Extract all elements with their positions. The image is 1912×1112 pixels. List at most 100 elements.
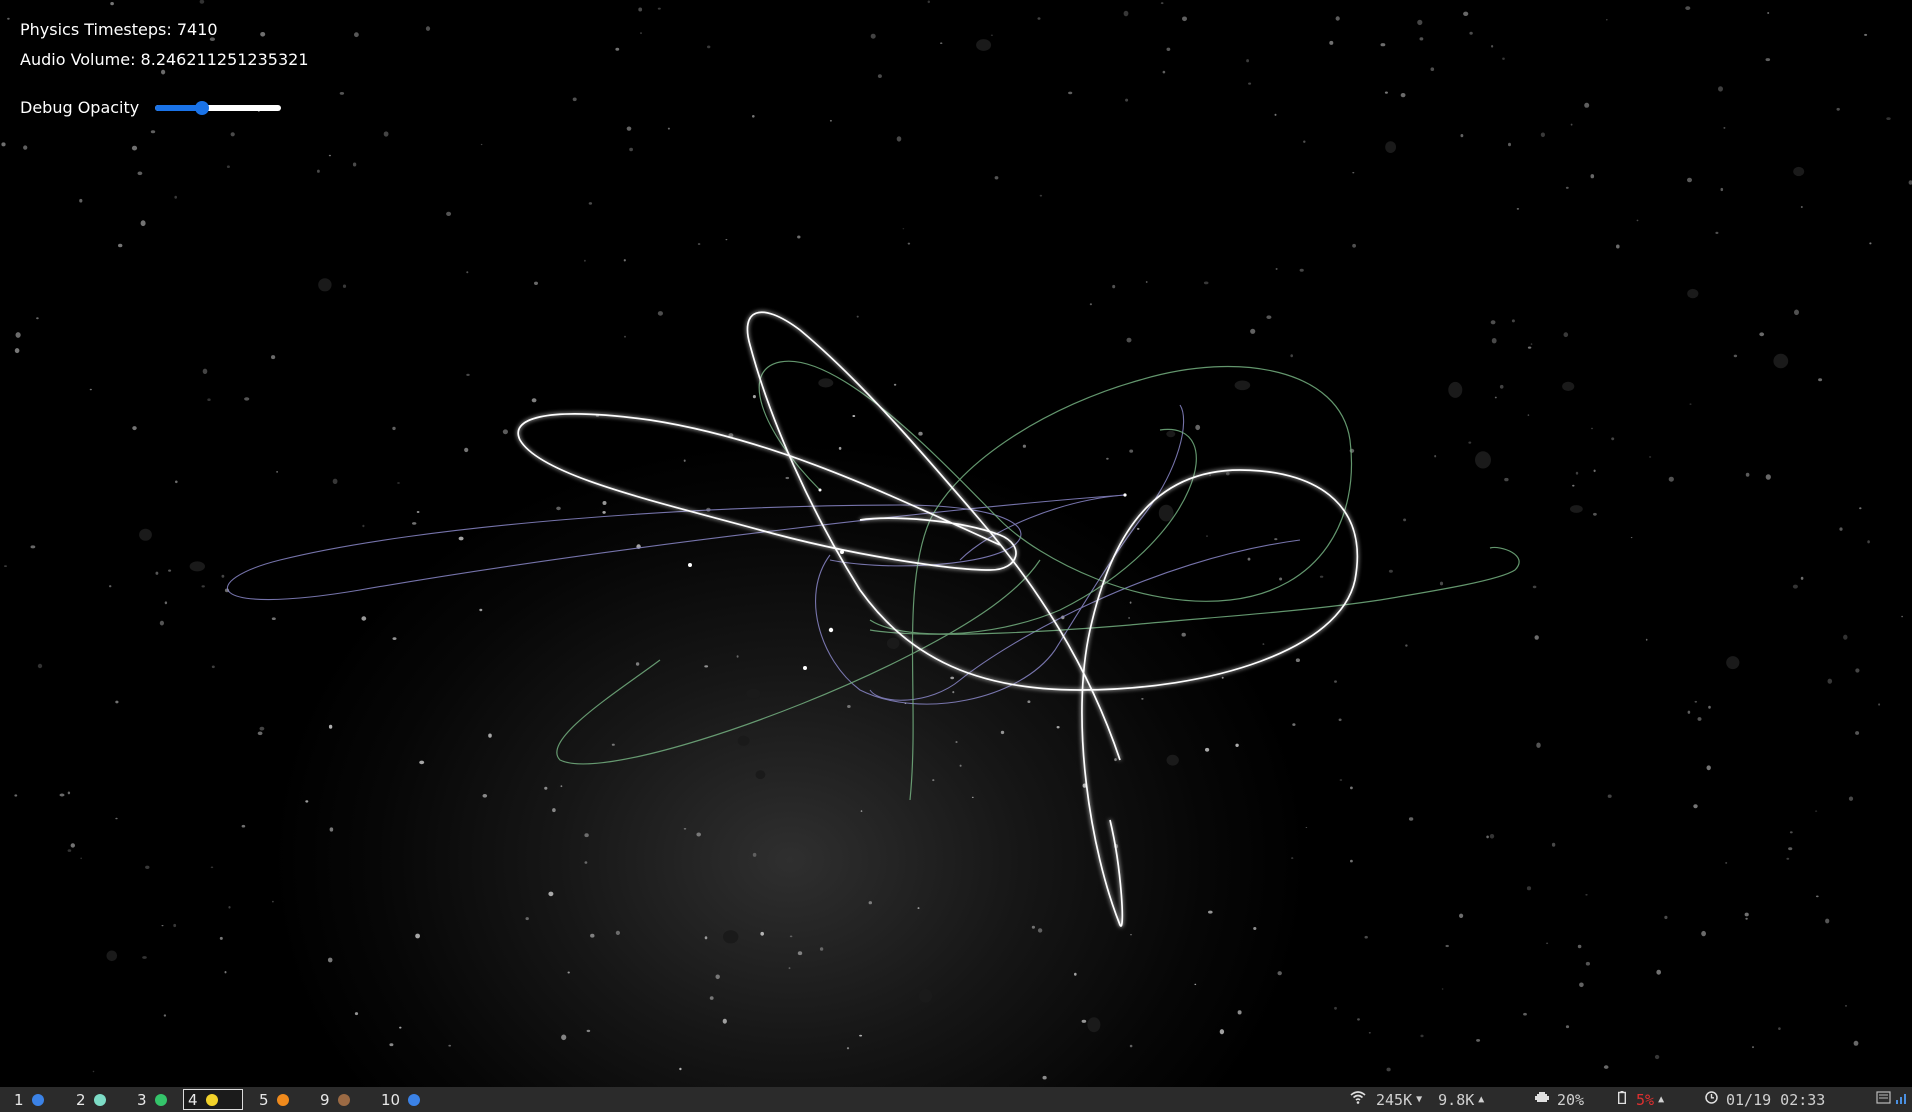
debris-particle (1886, 117, 1891, 120)
debris-particle (1221, 676, 1224, 679)
debris-particle (552, 808, 556, 813)
debris-particle (1459, 913, 1464, 918)
workspace-3[interactable]: 3 (133, 1089, 171, 1110)
debris-particle (1687, 288, 1699, 299)
debris-particle (219, 936, 223, 940)
debris-particle (67, 849, 72, 852)
workspace-1[interactable]: 1 (10, 1089, 48, 1110)
clock[interactable]: 01/19 02:33 (1705, 1087, 1825, 1112)
debris-particle (789, 935, 793, 938)
debris-particle (584, 833, 589, 838)
debris-particle (1384, 91, 1388, 94)
debris-particle (399, 1026, 402, 1029)
debris-particle (1706, 765, 1711, 771)
debris-particle (1789, 831, 1793, 834)
debris-particle (1715, 231, 1719, 234)
battery-value: 5% (1636, 1090, 1655, 1109)
debug-opacity-slider[interactable] (155, 100, 282, 116)
workspace-dot-icon (31, 1093, 44, 1106)
debris-particle (657, 311, 664, 316)
debris-particle (1687, 710, 1691, 714)
debris-particle (1504, 477, 1509, 482)
debris-particle (788, 967, 791, 970)
simulation-viewport[interactable] (0, 0, 1912, 1087)
debris-particle (1352, 172, 1355, 174)
debris-particle (976, 39, 992, 51)
debris-particle (1145, 281, 1148, 283)
debris-particle (785, 476, 790, 480)
debris-particle (602, 511, 606, 514)
debris-particle (1405, 644, 1408, 647)
debris-particle (1246, 59, 1249, 63)
debris-particle (131, 145, 138, 151)
tray-icon[interactable] (1876, 1091, 1891, 1108)
workspace-10[interactable]: 10 (377, 1089, 424, 1110)
system-tray[interactable] (1876, 1087, 1909, 1112)
workspace-9[interactable]: 9 (316, 1089, 354, 1110)
debug-opacity-control: Debug Opacity (20, 98, 282, 117)
debris-particle (1527, 414, 1530, 416)
debris-particle (1649, 456, 1652, 458)
debris-particle (1195, 424, 1201, 431)
debris-particle (118, 243, 123, 248)
debris-particle (1114, 758, 1117, 762)
debris-particle (1368, 1032, 1371, 1034)
debris-particle (1590, 427, 1594, 430)
debris-particle (1530, 343, 1533, 345)
audio-volume-label: Audio Volume: 8.246211251235321 (20, 50, 309, 69)
debris-particle (1141, 698, 1144, 700)
debris-particle (1744, 912, 1749, 917)
debris-particle (1668, 476, 1674, 482)
battery-status[interactable]: 5% ▲ (1617, 1087, 1664, 1112)
debris-particle (1042, 1075, 1047, 1080)
debris-particle (354, 32, 359, 38)
debris-particle (1022, 444, 1026, 448)
workspace-4[interactable]: 4 (183, 1089, 243, 1110)
signal-icon[interactable] (1895, 1091, 1909, 1108)
physics-timesteps-label: Physics Timesteps: 7410 (20, 20, 218, 39)
debris-particle (917, 907, 920, 909)
debris-particle (1128, 617, 1130, 619)
debris-particle (860, 810, 863, 812)
workspace-number: 5 (259, 1090, 269, 1109)
debris-particle (1693, 804, 1698, 809)
cpu-status[interactable]: 20% (1535, 1087, 1584, 1112)
workspace-dot-icon (276, 1093, 289, 1106)
debris-particle (466, 271, 469, 274)
debris-particle (1494, 396, 1497, 399)
taskbar: 1 2 3 4 5 9 10 245K ▼ 9.8K ▲ 20% 5% ▲ 01/19 02… (0, 1087, 1912, 1112)
debris-particle (317, 169, 320, 173)
debris-particle (1607, 794, 1612, 798)
debris-particle (1087, 1017, 1101, 1033)
workspace-number: 10 (381, 1090, 401, 1109)
debris-particle (259, 726, 265, 731)
debris-particle (7, 17, 10, 20)
workspace-2[interactable]: 2 (72, 1089, 110, 1110)
debris-particle (260, 32, 266, 37)
debris-particle (70, 843, 76, 848)
debris-particle (1380, 43, 1386, 47)
debris-particle (173, 923, 177, 928)
debris-particle (1237, 1010, 1242, 1015)
debris-particle (1074, 972, 1077, 976)
debris-particle (189, 561, 205, 572)
workspace-5[interactable]: 5 (255, 1089, 293, 1110)
debris-particle (89, 388, 92, 391)
debris-particle (210, 866, 214, 869)
debris-particle (1526, 886, 1532, 891)
debris-particle (1299, 268, 1304, 272)
debris-particle (1056, 726, 1060, 729)
slider-thumb[interactable] (194, 100, 209, 115)
debris-particle (328, 724, 333, 729)
debris-particle (1572, 484, 1575, 487)
debris-particle (1338, 718, 1342, 722)
debris-particle (994, 176, 999, 180)
debris-particle (1385, 141, 1396, 154)
debris-particle (737, 735, 750, 746)
debris-particle (1291, 857, 1294, 859)
debris-particle (502, 429, 508, 435)
debris-particle (704, 936, 708, 940)
debris-particle (626, 126, 632, 131)
network-status[interactable]: 245K ▼ 9.8K ▲ (1350, 1087, 1484, 1112)
debris-particle (1848, 796, 1854, 801)
